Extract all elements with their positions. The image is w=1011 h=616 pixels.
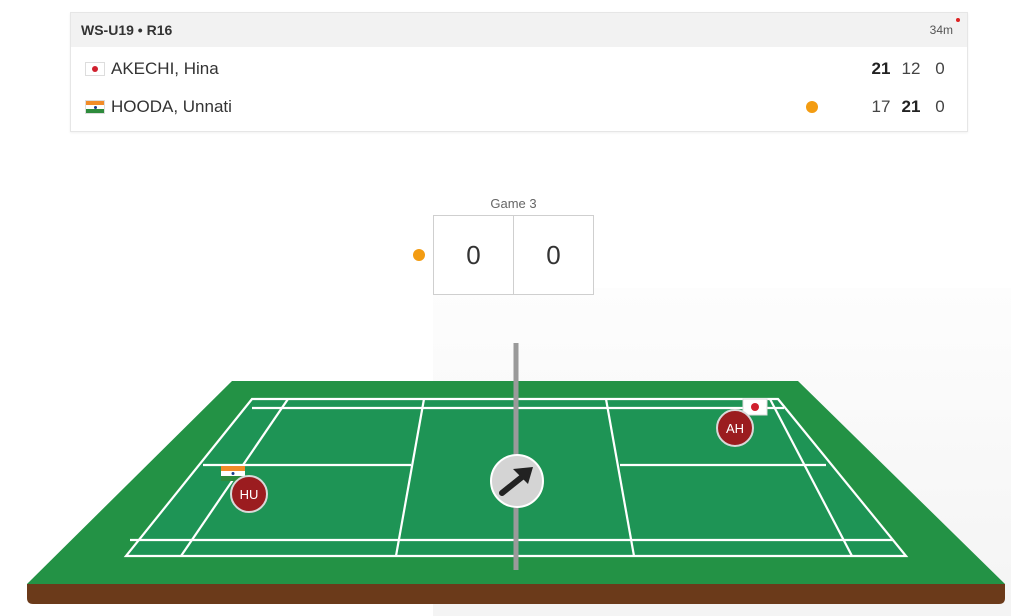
japan-flag-icon (742, 398, 768, 416)
court-base (27, 584, 1005, 604)
player-initials: AH (726, 421, 744, 436)
direction-button[interactable] (490, 454, 544, 508)
player-initials: HU (240, 487, 259, 502)
badminton-court: HU AH (27, 343, 1005, 604)
